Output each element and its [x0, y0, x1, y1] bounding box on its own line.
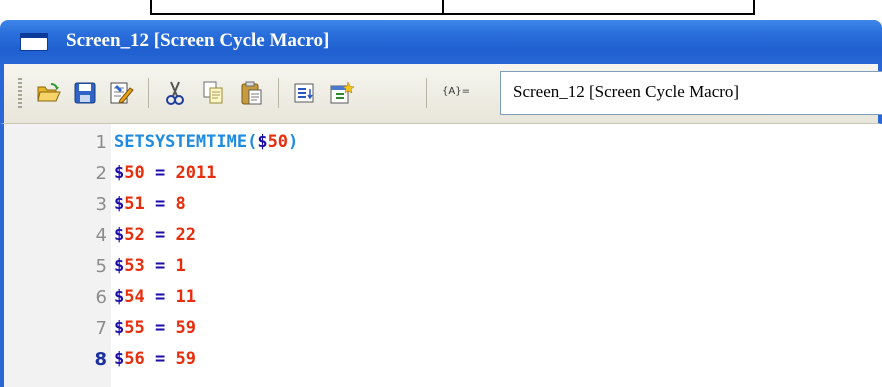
line-number: 1 — [95, 132, 107, 153]
code-text: $52 = 22 — [114, 220, 196, 251]
background-dialog-fragment — [150, 0, 755, 15]
open-folder-icon[interactable] — [34, 78, 64, 108]
macro-editor-window: Screen_12 [Screen Cycle Macro] {A}= Scre… — [0, 20, 882, 387]
line-number: 7 — [95, 318, 107, 339]
copy-icon[interactable] — [198, 78, 228, 108]
macro-name-label: {A}= — [442, 86, 470, 97]
title-bar[interactable]: Screen_12 [Screen Cycle Macro] — [0, 20, 882, 64]
window-title: Screen_12 [Screen Cycle Macro] — [66, 30, 330, 51]
code-line[interactable]: 1 SETSYSTEMTIME($50) — [4, 127, 882, 158]
toolbar: {A}= Screen_12 [Screen Cycle Macro] — [0, 64, 882, 124]
insert-window-icon[interactable] — [326, 78, 356, 108]
code-token: = — [144, 318, 176, 338]
code-token: SETSYSTEMTIME — [114, 132, 248, 152]
code-token: $ — [257, 132, 268, 152]
code-token: 54 — [124, 287, 145, 307]
line-number: 3 — [95, 194, 107, 215]
code-token: $ — [114, 256, 125, 276]
code-token: 2011 — [175, 163, 217, 183]
fragment-divider — [442, 0, 444, 13]
code-token: ( — [247, 132, 258, 152]
code-line[interactable]: 7 $55 = 59 — [4, 313, 882, 344]
code-token: ) — [288, 132, 299, 152]
code-line[interactable]: 2 $50 = 2011 — [4, 158, 882, 189]
code-token: 50 — [267, 132, 289, 152]
code-text: $50 = 2011 — [114, 158, 216, 189]
code-token: = — [144, 287, 176, 307]
code-token: = — [144, 256, 176, 276]
code-token: $ — [114, 287, 125, 307]
code-line[interactable]: 6 $54 = 11 — [4, 282, 882, 313]
code-token: = — [144, 349, 176, 369]
window-icon — [20, 33, 48, 51]
code-text: $54 = 11 — [114, 282, 196, 313]
edit-document-icon[interactable] — [106, 78, 136, 108]
code-token: 50 — [124, 163, 145, 183]
line-number: 6 — [95, 287, 107, 308]
paste-icon[interactable] — [236, 78, 266, 108]
code-token: $ — [114, 163, 125, 183]
toolbar-separator — [148, 78, 149, 108]
code-line[interactable]: 5 $53 = 1 — [4, 251, 882, 282]
line-number: 2 — [95, 163, 107, 184]
line-number: 5 — [95, 256, 107, 277]
code-line[interactable]: 4 $52 = 22 — [4, 220, 882, 251]
macro-name-field[interactable]: Screen_12 [Screen Cycle Macro] — [500, 71, 882, 115]
code-token: 59 — [175, 318, 196, 338]
code-token: 11 — [175, 287, 196, 307]
code-token: 55 — [124, 318, 145, 338]
code-text: SETSYSTEMTIME($50) — [114, 127, 298, 158]
toolbar-separator — [426, 78, 427, 108]
code-token: 52 — [124, 225, 145, 245]
code-token: = — [144, 163, 176, 183]
toolbar-grip[interactable] — [18, 78, 22, 108]
code-token: 8 — [175, 194, 186, 214]
insert-list-icon[interactable] — [290, 78, 320, 108]
code-token: $ — [114, 349, 125, 369]
code-line[interactable]: 8 $56 = 59 — [4, 344, 882, 375]
code-text: $56 = 59 — [114, 344, 196, 375]
code-token: $ — [114, 225, 125, 245]
code-token: = — [144, 194, 176, 214]
save-icon[interactable] — [70, 78, 100, 108]
code-line[interactable]: 3 $51 = 8 — [4, 189, 882, 220]
cut-icon[interactable] — [160, 78, 190, 108]
code-token: 22 — [175, 225, 196, 245]
code-token: 53 — [124, 256, 145, 276]
toolbar-separator — [278, 78, 279, 108]
code-token: = — [144, 225, 176, 245]
code-editor[interactable]: 1 SETSYSTEMTIME($50) 2 $50 = 2011 3 $51 = 8 4 $… — [0, 124, 882, 387]
code-token: $ — [114, 318, 125, 338]
code-token: 51 — [124, 194, 145, 214]
line-number: 8 — [94, 349, 107, 370]
code-text: $55 = 59 — [114, 313, 196, 344]
code-token: 59 — [175, 349, 196, 369]
line-number: 4 — [95, 225, 107, 246]
code-text: $51 = 8 — [114, 189, 186, 220]
code-token: 56 — [124, 349, 145, 369]
code-token: 1 — [175, 256, 186, 276]
code-token: $ — [114, 194, 125, 214]
code-text: $53 = 1 — [114, 251, 186, 282]
